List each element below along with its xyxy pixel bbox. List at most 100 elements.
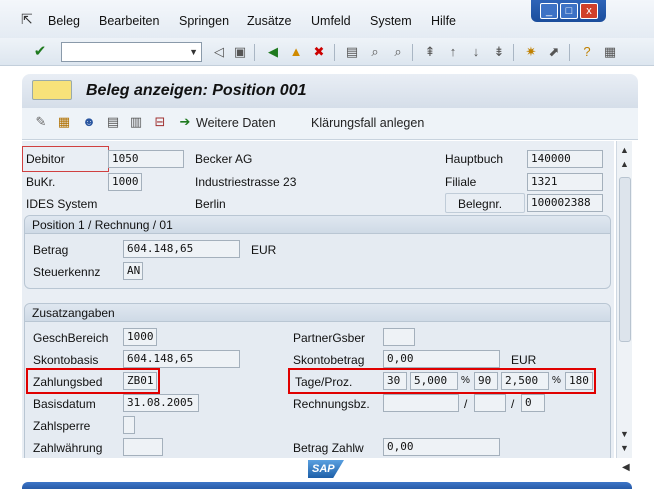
basisdatum-label: Basisdatum [33,397,96,411]
zusatzangaben-group: Zusatzangaben GeschBereich 1000 PartnerG… [24,303,611,458]
status-bar [22,482,632,489]
skontobasis-field[interactable]: 604.148,65 [123,350,240,368]
enter-check-icon[interactable]: ✔ [31,43,49,61]
filiale-label: Filiale [445,175,477,189]
klaerungsfall-anlegen-button[interactable]: Klärungsfall anlegen [311,116,424,130]
position-group-title: Position 1 / Rechnung / 01 [32,218,173,232]
debitor-field[interactable]: 1050 [108,150,184,168]
debitor-label: Debitor [26,152,65,166]
standard-toolbar: ✔ ▼ ◁ ▣ ◀ ▲ ✖ ▤ ⌕ ⌕ ⇞ ↑ ↓ ⇟ ✷ ⬈ ? ▦ [0,38,654,66]
weitere-daten-button[interactable]: Weitere Daten [196,116,276,130]
document-icon[interactable]: ▤ [104,113,122,131]
rechnungsbz-separator: / [464,397,468,411]
steuerkennz-label: Steuerkennz [33,265,101,279]
minimize-button[interactable]: _ [540,3,558,19]
basisdatum-field[interactable]: 31.08.2005 [123,394,199,412]
stamp-icon[interactable]: ⊟ [151,113,169,131]
gui-options-icon[interactable] [32,80,72,100]
main-content: Debitor 1050 Becker AG Hauptbuch 140000 … [22,141,614,458]
partnergsber-field[interactable] [383,328,415,346]
filiale-field[interactable]: 1321 [527,173,603,191]
skontobetrag-currency: EUR [511,353,537,367]
overview-icon[interactable]: ▦ [55,113,73,131]
partnergsber-label: PartnerGsber [293,331,366,345]
exit-icon[interactable]: ▲ [287,43,305,61]
toolbar-separator [569,44,570,61]
menu-beleg[interactable]: Beleg [48,14,80,28]
betrag-field[interactable]: 604.148,65 [123,240,240,258]
footer: SAP ◀ [0,458,654,489]
print-icon[interactable]: ▤ [343,43,361,61]
zahlwaehrung-label: Zahlwährung [33,441,103,455]
geschbereich-label: GeschBereich [33,331,109,345]
close-button[interactable]: x [580,3,598,19]
scroll-down-bottom-icon[interactable]: ▼ [620,443,629,453]
window-controls: _ □ x [531,0,606,22]
exit-menu-icon[interactable]: ⇱ [21,11,33,28]
toolbar-separator [412,44,413,61]
shortcut-icon[interactable]: ⬈ [545,43,563,61]
betrag-zahlw-field[interactable]: 0,00 [383,438,500,456]
geschbereich-field[interactable]: 1000 [123,328,157,346]
skontobetrag-field[interactable]: 0,00 [383,350,500,368]
belegnr-field[interactable]: 100002388 [527,194,603,212]
scroll-up-top-icon[interactable]: ▲ [620,145,629,155]
rechnungsbz-line-field[interactable]: 0 [521,394,545,412]
menu-hilfe[interactable]: Hilfe [431,14,456,28]
position-group: Position 1 / Rechnung / 01 Betrag 604.14… [24,215,611,289]
tage-proz-highlight [288,368,596,394]
command-field[interactable]: ▼ [61,42,202,62]
rechnungsbz-field[interactable] [383,394,459,412]
company-text: IDES System [26,197,98,211]
maximize-button[interactable]: □ [560,3,578,19]
toolbar-separator [513,44,514,61]
help-icon[interactable]: ? [578,43,596,61]
copy-document-icon[interactable]: ▥ [127,113,145,131]
arrow-right-icon[interactable]: ➔ [176,113,194,131]
edit-pencil-icon[interactable]: ✎ [32,113,50,131]
chevron-down-icon[interactable]: ▼ [189,47,198,57]
scroll-down-icon[interactable]: ▼ [620,429,629,439]
save-icon[interactable]: ▣ [231,43,249,61]
layout-menu-icon[interactable]: ▦ [601,43,619,61]
cancel-icon[interactable]: ✖ [310,43,328,61]
zahlungsbed-highlight [26,368,160,394]
menu-bar: ⇱ Beleg Bearbeiten Springen Zusätze Umfe… [0,0,654,38]
bukr-field[interactable]: 1000 [108,173,142,191]
previous-page-icon[interactable]: ↑ [444,43,462,61]
triangle-left-icon[interactable]: ◁ [210,43,228,61]
person-icon[interactable]: ☻ [80,113,98,131]
rechnungsbz-year-field[interactable] [474,394,506,412]
menu-springen[interactable]: Springen [179,14,229,28]
title-bar: Beleg anzeigen: Position 001 [22,74,638,108]
zusatzangaben-title: Zusatzangaben [32,306,115,320]
scrollbar-thumb[interactable] [619,177,631,342]
betrag-currency: EUR [251,243,277,257]
new-session-icon[interactable]: ✷ [522,43,540,61]
last-page-icon[interactable]: ⇟ [490,43,508,61]
first-page-icon[interactable]: ⇞ [421,43,439,61]
toolbar-separator [254,44,255,61]
toolbar-separator [334,44,335,61]
menu-umfeld[interactable]: Umfeld [311,14,351,28]
skontobasis-label: Skontobasis [33,353,99,367]
city-text: Berlin [195,197,226,211]
zahlwaehrung-field[interactable] [123,438,163,456]
application-toolbar: ✎ ▦ ☻ ▤ ▥ ⊟ ➔ Weitere Daten Klärungsfall… [22,108,638,140]
next-page-icon[interactable]: ↓ [467,43,485,61]
back-icon[interactable]: ◀ [264,43,282,61]
vertical-scrollbar[interactable]: ▲ ▲ ▼ ▼ [616,141,632,486]
betrag-zahlw-label: Betrag Zahlw [293,441,364,455]
zahlsperre-field[interactable] [123,416,135,434]
menu-system[interactable]: System [370,14,412,28]
steuerkennz-field[interactable]: AN [123,262,143,280]
sap-logo: SAP [308,460,344,478]
collapse-status-icon[interactable]: ◀ [622,462,630,473]
menu-bearbeiten[interactable]: Bearbeiten [99,14,159,28]
bukr-label: BuKr. [26,175,56,189]
hauptbuch-field[interactable]: 140000 [527,150,603,168]
menu-zusaetze[interactable]: Zusätze [247,14,291,28]
find-icon[interactable]: ⌕ [366,43,384,61]
find-next-icon[interactable]: ⌕ [389,43,407,61]
scroll-up-icon[interactable]: ▲ [620,159,629,169]
